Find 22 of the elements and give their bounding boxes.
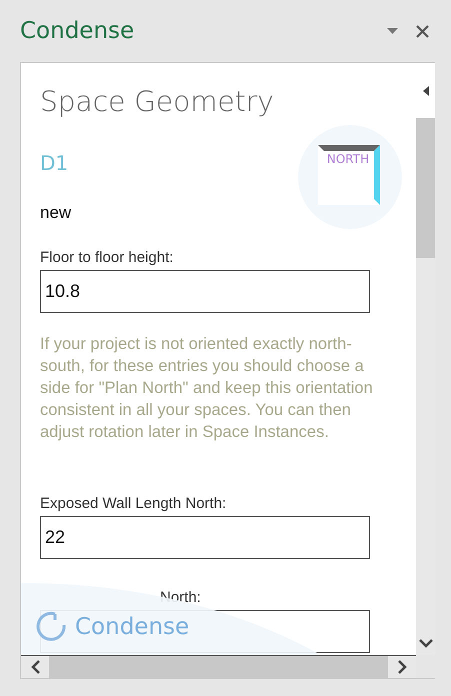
pane-title: Condense bbox=[20, 18, 136, 44]
collapse-button[interactable] bbox=[416, 63, 435, 118]
field-label: North: bbox=[159, 589, 202, 606]
space-status: new bbox=[40, 203, 72, 223]
field-label: Floor to floor height: bbox=[40, 249, 174, 266]
section-title: Space Geometry bbox=[40, 85, 275, 118]
left-triangle-icon bbox=[422, 86, 428, 96]
field-label: Exposed Wall Length North: bbox=[40, 495, 228, 512]
input-field[interactable]: 10.8 bbox=[40, 270, 370, 313]
input-field[interactable]: 22 bbox=[40, 516, 370, 559]
close-icon bbox=[416, 24, 429, 38]
caret-icon bbox=[387, 28, 398, 34]
logo-icon bbox=[35, 611, 67, 643]
orientation-note: If your project is not oriented exactly north-south, for these entries you should choose a side for "Plan North" and keep this orientation consistent in all your spaces. You can then adjust rotation later in Space Instances. bbox=[40, 334, 374, 443]
horizontal-scrollbar-thumb[interactable] bbox=[49, 656, 388, 678]
logo-text: Condense bbox=[75, 614, 190, 640]
scrollbar-thumb[interactable] bbox=[416, 118, 435, 258]
compass-drawing: NORTH bbox=[298, 125, 402, 229]
chevron-down-icon bbox=[418, 638, 432, 648]
chevron-left-icon bbox=[30, 660, 40, 674]
space-name: D1 bbox=[40, 151, 70, 175]
chevron-right-icon bbox=[398, 660, 406, 674]
